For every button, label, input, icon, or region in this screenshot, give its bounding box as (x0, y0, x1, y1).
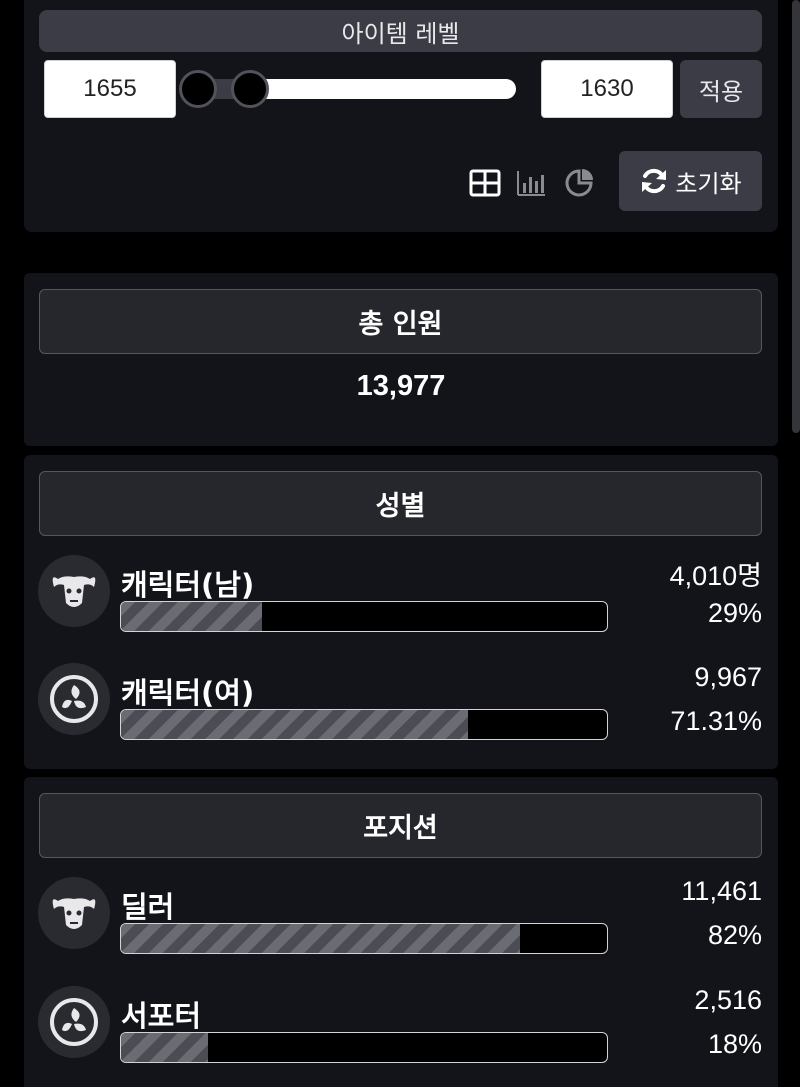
progress-bar (120, 709, 608, 740)
demon-emblem-icon (38, 877, 110, 949)
progress-fill (121, 602, 262, 631)
pie-chart-icon[interactable] (563, 167, 595, 199)
triskele-emblem-icon (38, 663, 110, 735)
max-level-input[interactable]: 1630 (541, 60, 673, 118)
progress-bar (120, 601, 608, 632)
row-label: 서포터 (121, 999, 202, 1033)
slider-handle-min[interactable] (179, 70, 217, 108)
row-percent: 29% (707, 598, 762, 628)
position-row-support: 서포터 2,516 18% (24, 985, 778, 1085)
reset-label: 초기화 (675, 169, 742, 198)
row-percent: 18% (707, 1029, 762, 1059)
refresh-icon (642, 168, 667, 194)
row-percent: 71.31% (670, 706, 762, 736)
apply-button[interactable]: 적용 (680, 60, 762, 118)
total-title: 총 인원 (39, 289, 762, 354)
position-title: 포지션 (39, 793, 762, 858)
slider-handle-max[interactable] (231, 70, 269, 108)
row-label: 캐릭터(남) (121, 568, 255, 602)
gender-title: 성별 (39, 471, 762, 536)
progress-fill (121, 1033, 209, 1062)
progress-fill (121, 924, 520, 953)
row-label: 캐릭터(여) (121, 676, 255, 710)
min-level-input[interactable]: 1655 (44, 60, 176, 118)
gender-row-female: 캐릭터(여) 9,967 71.31% (24, 662, 778, 762)
position-card: 포지션 딜러 11,461 82% 서포터 2,516 18% (24, 777, 778, 1087)
row-percent: 82% (707, 920, 762, 950)
total-card: 총 인원 13,977 (24, 273, 778, 446)
bar-chart-icon[interactable] (515, 167, 547, 199)
triskele-emblem-icon (38, 986, 110, 1058)
total-value: 13,977 (356, 370, 446, 402)
filter-title: 아이템 레벨 (39, 10, 762, 52)
table-icon[interactable] (469, 167, 501, 199)
gender-row-male: 캐릭터(남) 4,010명 29% (24, 554, 778, 654)
position-row-dealer: 딜러 11,461 82% (24, 876, 778, 976)
gender-card: 성별 캐릭터(남) 4,010명 29% 캐릭터(여) 9,967 71.31% (24, 455, 778, 769)
progress-bar (120, 1032, 608, 1063)
row-count: 9,967 (694, 662, 762, 692)
row-count: 11,461 (681, 876, 762, 906)
progress-fill (121, 710, 468, 739)
reset-button[interactable]: 초기화 (619, 151, 762, 211)
row-count: 4,010명 (669, 561, 762, 591)
row-label: 딜러 (121, 890, 175, 924)
row-count: 2,516 (694, 985, 762, 1015)
progress-bar (120, 923, 608, 954)
demon-emblem-icon (38, 555, 110, 627)
scrollbar[interactable] (792, 0, 800, 433)
